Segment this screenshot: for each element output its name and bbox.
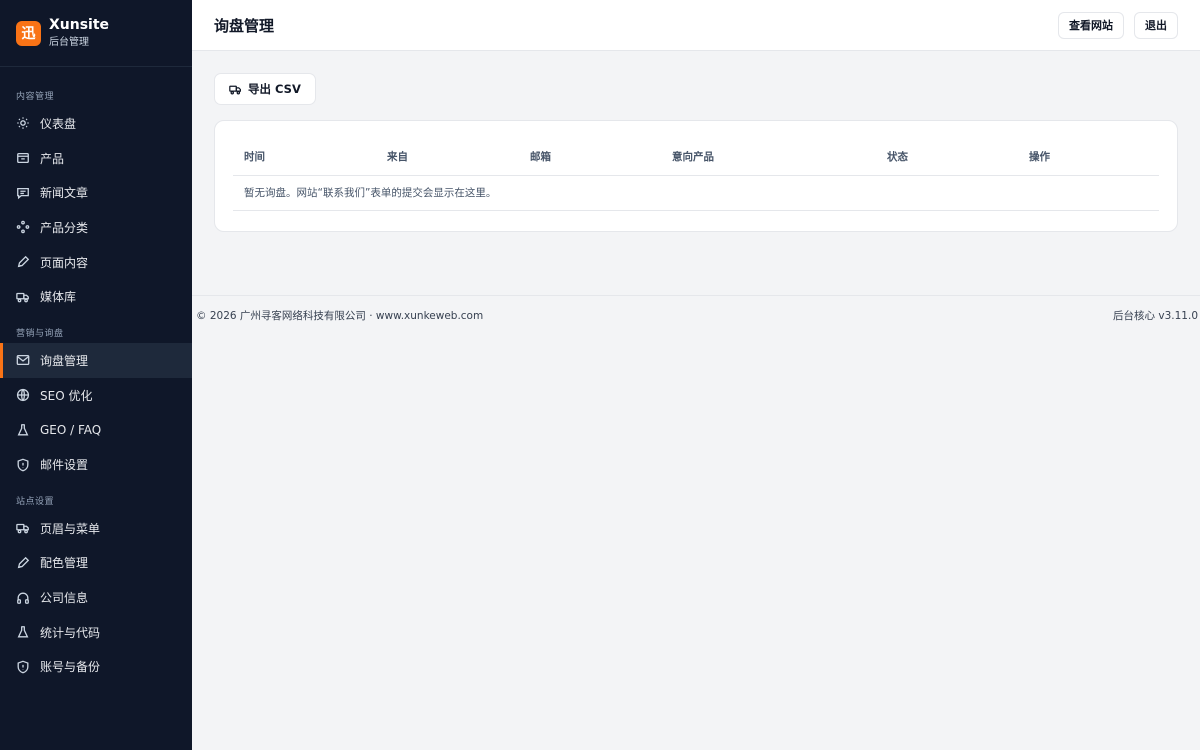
sidebar-item-label: 公司信息 [40, 591, 89, 606]
brand[interactable]: 迅 Xunsite 后台管理 [0, 0, 192, 67]
message-icon [16, 186, 30, 200]
box-icon [16, 151, 30, 165]
sidebar-item-label: 页眉与菜单 [40, 521, 101, 536]
pen-icon [16, 255, 30, 269]
sidebar-item-label: 媒体库 [40, 290, 77, 305]
column-header-time: 时间 [233, 139, 376, 176]
sidebar-item[interactable]: 页面内容 [0, 245, 192, 280]
column-header-status: 状态 [876, 139, 1018, 176]
flask-icon [16, 625, 30, 639]
column-header-product: 意向产品 [661, 139, 876, 176]
headphones-icon [16, 591, 30, 605]
inquiry-table-card: 时间 来自 邮箱 意向产品 状态 操作 暂无询盘。网站“联系我们”表单的提交会显… [214, 120, 1178, 232]
brand-logo: 迅 [16, 20, 41, 46]
inquiry-table: 时间 来自 邮箱 意向产品 状态 操作 暂无询盘。网站“联系我们”表单的提交会显… [233, 139, 1159, 211]
sidebar-item[interactable]: 媒体库 [0, 279, 192, 314]
empty-message: 暂无询盘。网站“联系我们”表单的提交会显示在这里。 [233, 175, 1159, 211]
truck-icon [229, 85, 241, 94]
sidebar-item-label: 产品分类 [40, 220, 89, 235]
topbar: 询盘管理 查看网站 退出 [192, 0, 1200, 51]
sidebar-item-label: 邮件设置 [40, 458, 89, 473]
sidebar-item-label: 询盘管理 [40, 353, 89, 368]
sidebar-item-label: 配色管理 [40, 556, 89, 571]
sidebar-item[interactable]: GEO / FAQ [0, 413, 192, 448]
brand-name: Xunsite [49, 17, 110, 33]
export-csv-button[interactable]: 导出 CSV [214, 73, 316, 105]
sidebar-item-label: SEO 优化 [40, 388, 93, 403]
sidebar-item-label: GEO / FAQ [40, 422, 102, 437]
sidebar-item-label: 统计与代码 [40, 625, 101, 640]
sidebar-item[interactable]: 配色管理 [0, 546, 192, 581]
mail-icon [16, 353, 30, 367]
brand-subtitle: 后台管理 [49, 37, 89, 48]
view-site-button[interactable]: 查看网站 [1058, 11, 1124, 39]
sidebar-item[interactable]: 产品分类 [0, 210, 192, 245]
copyright-text: © 2026 广州寻客网络科技有限公司 · www.xunkeweb.com [196, 309, 484, 322]
sidebar-item[interactable]: 公司信息 [0, 580, 192, 615]
sidebar-nav: 内容管理仪表盘产品新闻文章产品分类页面内容媒体库营销与询盘询盘管理 SEO 优化 G… [0, 67, 192, 684]
sun-icon [16, 116, 30, 130]
footer: © 2026 广州寻客网络科技有限公司 · www.xunkeweb.com 后… [192, 294, 1200, 335]
sidebar-item[interactable]: 仪表盘 [0, 106, 192, 141]
table-row: 暂无询盘。网站“联系我们”表单的提交会显示在这里。 [233, 175, 1159, 211]
column-header-actions: 操作 [1018, 139, 1159, 176]
nav-section-label: 营销与询盘 [16, 329, 64, 340]
truck-icon [16, 290, 30, 304]
version-text: 后台核心 v3.11.0 [1113, 309, 1198, 322]
sidebar-item[interactable]: 产品 [0, 141, 192, 176]
nav-section-label: 站点设置 [16, 496, 55, 507]
table-header-row: 时间 来自 邮箱 意向产品 状态 操作 [233, 139, 1159, 176]
shield-icon [16, 458, 30, 472]
sidebar-item[interactable]: 页眉与菜单 [0, 511, 192, 546]
sidebar: 迅 Xunsite 后台管理 内容管理仪表盘产品新闻文章产品分类页面内容媒体库营… [0, 0, 192, 750]
grid-dots-icon [16, 220, 30, 234]
logout-button[interactable]: 退出 [1134, 11, 1178, 39]
sidebar-item-label: 仪表盘 [40, 116, 77, 131]
page-title: 询盘管理 [214, 16, 275, 35]
truck-icon [16, 521, 30, 535]
sidebar-item-label: 页面内容 [40, 255, 89, 270]
shield-icon [16, 660, 30, 674]
sidebar-item[interactable]: 询盘管理 [0, 343, 192, 378]
sidebar-item-label: 账号与备份 [40, 660, 101, 675]
flask-icon [16, 423, 30, 437]
sidebar-item[interactable]: 邮件设置 [0, 447, 192, 482]
pen-icon [16, 556, 30, 570]
sidebar-item-label: 新闻文章 [40, 186, 89, 201]
column-header-from: 来自 [376, 139, 519, 176]
sidebar-item-label: 产品 [40, 151, 65, 166]
sidebar-item[interactable]: 账号与备份 [0, 650, 192, 685]
globe-icon [16, 388, 30, 402]
sidebar-item[interactable]: SEO 优化 [0, 378, 192, 413]
export-csv-label: 导出 CSV [248, 82, 301, 96]
sidebar-item[interactable]: 新闻文章 [0, 175, 192, 210]
column-header-email: 邮箱 [519, 139, 661, 176]
sidebar-item[interactable]: 统计与代码 [0, 615, 192, 650]
nav-section-label: 内容管理 [16, 92, 55, 102]
